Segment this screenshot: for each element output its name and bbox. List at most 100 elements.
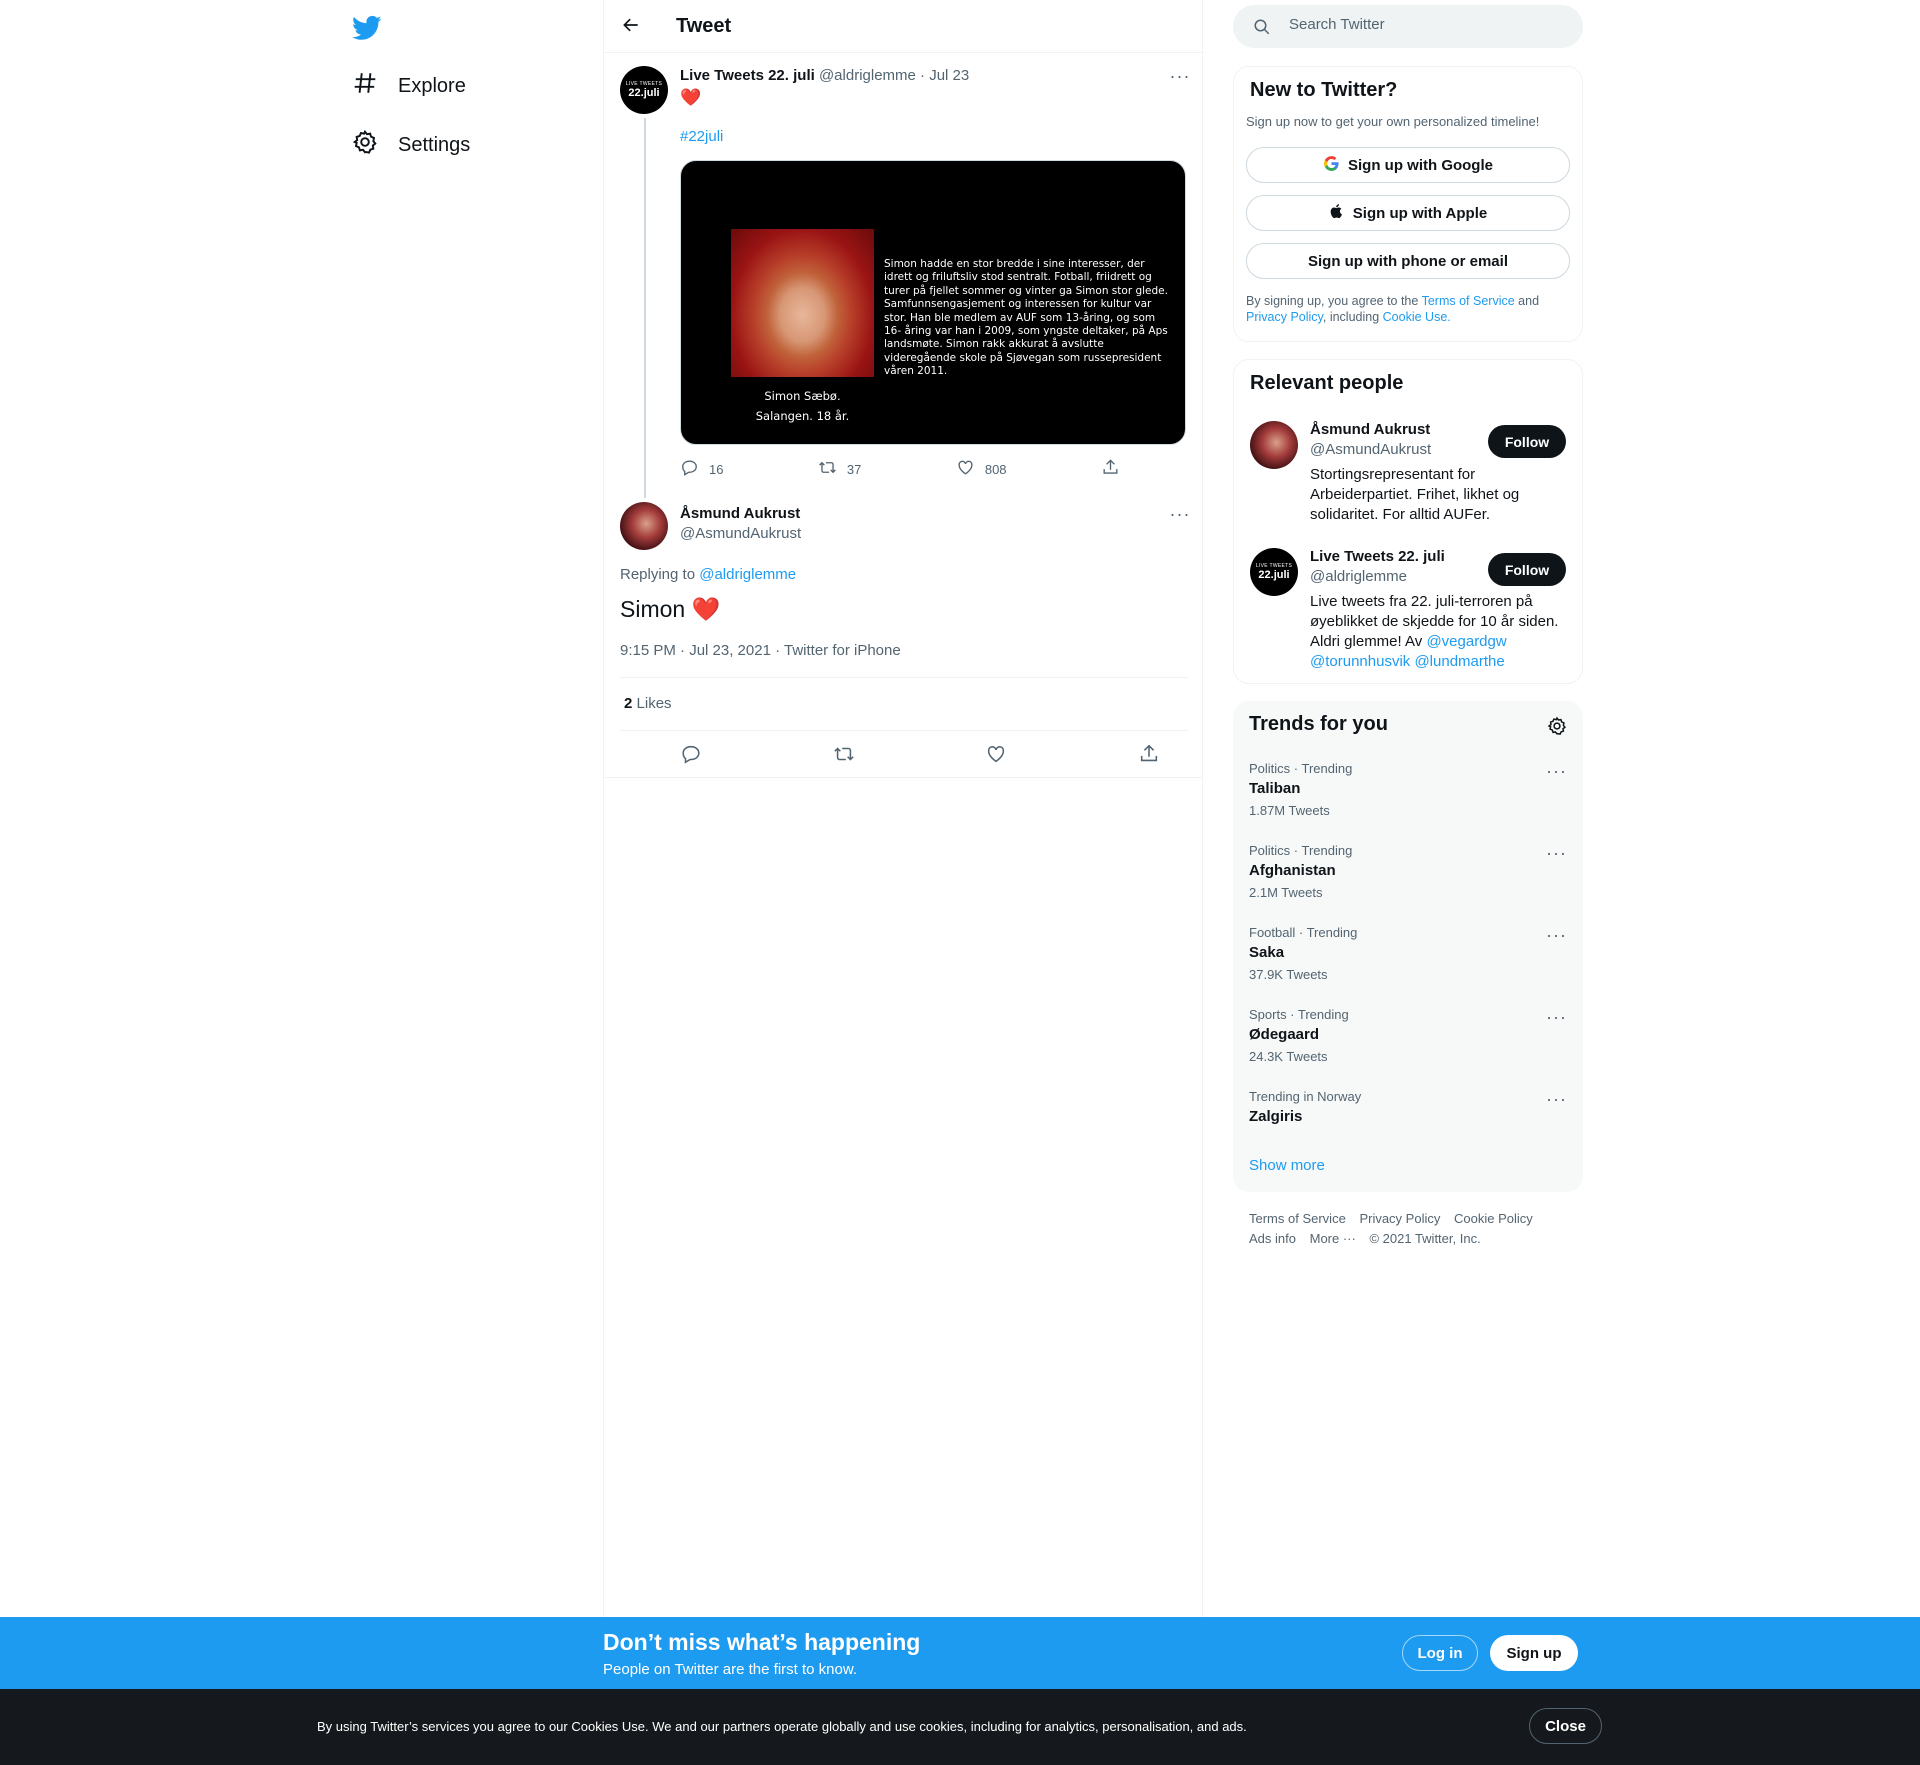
heart-icon (956, 458, 975, 480)
login-button[interactable]: Log in (1402, 1635, 1478, 1671)
trends-title: Trends for you (1249, 713, 1388, 735)
author-handle[interactable]: @AsmundAukrust (680, 525, 801, 542)
person-name[interactable]: Live Tweets 22. juli (1310, 548, 1445, 565)
trend-item[interactable]: Sports · Trending Ødegaard 24.3K Tweets … (1233, 1007, 1583, 1089)
avatar[interactable]: LIVE TWEETS 22.juli (620, 66, 668, 114)
signup-button[interactable]: Sign up (1490, 1635, 1578, 1671)
privacy-policy-link[interactable]: Privacy Policy (1246, 310, 1323, 324)
trend-name: Afghanistan (1249, 862, 1336, 879)
share-button[interactable] (1101, 458, 1120, 480)
reply-count: 16 (709, 461, 724, 477)
share-button[interactable] (1138, 743, 1160, 768)
signup-email-button[interactable]: Sign up with phone or email (1246, 243, 1570, 279)
retweet-button[interactable] (833, 743, 855, 768)
more-options-icon[interactable]: ··· (1546, 843, 1567, 864)
author-handle[interactable]: @aldriglemme (819, 67, 916, 84)
cookie-bar: By using Twitter’s services you agree to… (0, 1689, 1920, 1765)
author-name[interactable]: Åsmund Aukrust (680, 505, 800, 522)
reply-icon (680, 743, 702, 768)
avatar[interactable]: LIVE TWEETS 22.juli (1250, 548, 1298, 596)
signup-subtitle: Sign up now to get your own personalized… (1246, 114, 1540, 129)
signup-banner: Don’t miss what’s happening People on Tw… (0, 1617, 1920, 1689)
twitter-bird-icon[interactable] (352, 13, 382, 43)
signup-apple-button[interactable]: Sign up with Apple (1246, 195, 1570, 231)
signup-title: New to Twitter? (1250, 79, 1398, 101)
footer-more-link[interactable]: More ··· (1310, 1231, 1356, 1246)
bio-mention-link[interactable]: @torunnhusvik (1310, 653, 1410, 670)
cookie-use-link[interactable]: Cookie Use. (1383, 310, 1451, 324)
footer-cookie-link[interactable]: Cookie Policy (1454, 1211, 1533, 1226)
nav-explore[interactable]: Explore (352, 65, 466, 107)
trend-name: Zalgiris (1249, 1108, 1303, 1125)
tweet-media-image[interactable]: Simon hadde en stor bredde i sine intere… (680, 160, 1186, 445)
show-more-link[interactable]: Show more (1249, 1157, 1325, 1174)
gear-icon[interactable] (1547, 716, 1567, 741)
media-caption-place: Salangen. 18 år. (755, 409, 850, 423)
replying-to-handle[interactable]: @aldriglemme (699, 566, 796, 583)
avatar-big-text: 22.juli (1258, 569, 1290, 581)
back-button[interactable] (616, 12, 646, 42)
person-bio: Stortingsrepresentant for Arbeiderpartie… (1310, 466, 1520, 523)
search-icon (1253, 18, 1271, 36)
bio-mention-link[interactable]: @vegardgw (1426, 633, 1506, 650)
footer-copyright: © 2021 Twitter, Inc. (1369, 1231, 1481, 1246)
media-caption: Simon Sæbø. Salangen. 18 år. (731, 386, 874, 426)
follow-button[interactable]: Follow (1488, 425, 1566, 458)
signup-google-button[interactable]: Sign up with Google (1246, 147, 1570, 183)
terms-and: and (1518, 294, 1540, 308)
more-options-icon[interactable]: ··· (1546, 1007, 1567, 1028)
nav-settings[interactable]: Settings (352, 124, 470, 166)
trend-item[interactable]: Politics · Trending Afghanistan 2.1M Twe… (1233, 843, 1583, 925)
follow-button[interactable]: Follow (1488, 553, 1566, 586)
signup-google-label: Sign up with Google (1348, 156, 1493, 174)
main-column: Tweet LIVE TWEETS 22.juli Live Tweets 22… (603, 0, 1204, 1617)
replying-to: Replying to @aldriglemme (620, 566, 796, 583)
person-handle[interactable]: @AsmundAukrust (1310, 441, 1431, 458)
tweet-date[interactable]: Jul 23 (929, 67, 969, 84)
bio-mention-link[interactable]: @lundmarthe (1414, 653, 1504, 670)
likes-stat[interactable]: 2 Likes (624, 695, 672, 712)
terms-of-service-link[interactable]: Terms of Service (1422, 294, 1515, 308)
reply-button[interactable]: 16 (680, 458, 723, 480)
trend-item[interactable]: Politics · Trending Taliban 1.87M Tweets… (1233, 761, 1583, 843)
like-button[interactable] (985, 743, 1007, 768)
avatar-big-text: 22.juli (628, 87, 660, 99)
avatar[interactable] (1250, 421, 1298, 469)
hashtag-link[interactable]: #22juli (680, 128, 723, 145)
likes-count: 2 (624, 695, 633, 712)
reply-button[interactable] (680, 743, 702, 768)
more-options-icon[interactable]: ··· (1546, 925, 1567, 946)
footer-ads-link[interactable]: Ads info (1249, 1231, 1296, 1246)
search-input[interactable] (1289, 16, 1559, 33)
tweet-author-line: Live Tweets 22. juli @aldriglemme · Jul … (680, 67, 969, 84)
author-name[interactable]: Live Tweets 22. juli (680, 67, 815, 84)
tweet-timestamp[interactable]: 9:15 PM · Jul 23, 2021 · Twitter for iPh… (620, 642, 901, 659)
arrow-left-icon (621, 15, 641, 40)
trend-meta: Football · Trending (1249, 925, 1358, 940)
more-options-icon[interactable]: ··· (1168, 505, 1192, 528)
page-title: Tweet (676, 15, 732, 37)
tweet-actions (680, 743, 1160, 768)
avatar[interactable] (620, 502, 668, 550)
search-bar[interactable] (1233, 5, 1583, 48)
divider (620, 730, 1188, 731)
footer-privacy-link[interactable]: Privacy Policy (1359, 1211, 1440, 1226)
person-handle[interactable]: @aldriglemme (1310, 568, 1407, 585)
page-header: Tweet (604, 0, 1204, 53)
footer-terms-link[interactable]: Terms of Service (1249, 1211, 1346, 1226)
relevant-people-card: Relevant people Åsmund Aukrust @AsmundAu… (1233, 359, 1583, 684)
more-options-icon[interactable]: ··· (1546, 761, 1567, 782)
terms-including: , including (1322, 310, 1380, 324)
divider (604, 777, 1202, 778)
more-options-icon[interactable]: ··· (1546, 1089, 1567, 1110)
trend-meta: Politics · Trending (1249, 761, 1353, 776)
trend-item[interactable]: Football · Trending Saka 37.9K Tweets ··… (1233, 925, 1583, 1007)
terms-text: By signing up, you agree to the (1246, 294, 1419, 308)
retweet-button[interactable]: 37 (818, 458, 861, 480)
person-name[interactable]: Åsmund Aukrust (1310, 421, 1430, 438)
close-button[interactable]: Close (1529, 1708, 1602, 1744)
more-options-icon[interactable]: ··· (1168, 67, 1192, 90)
trend-meta: Trending in Norway (1249, 1089, 1362, 1104)
like-button[interactable]: 808 (956, 458, 1007, 480)
media-text: Simon hadde en stor bredde i sine intere… (884, 258, 1168, 378)
